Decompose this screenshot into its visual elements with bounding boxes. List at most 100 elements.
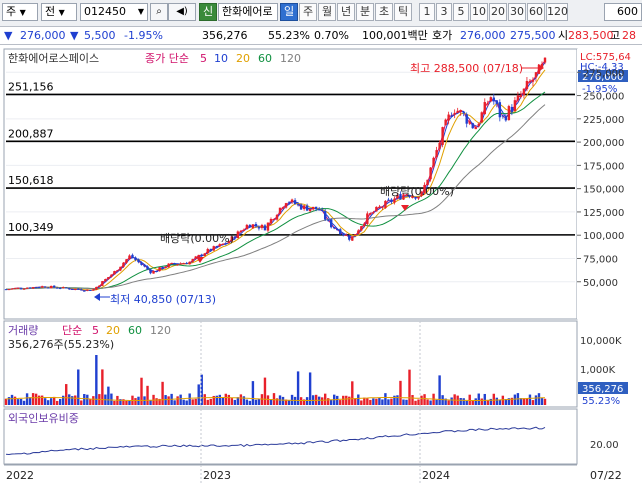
volume-bar bbox=[501, 395, 505, 405]
candle-body bbox=[296, 204, 300, 206]
interval-button-5[interactable]: 30 bbox=[508, 3, 526, 21]
volume-bar bbox=[107, 386, 110, 405]
level-label: 150,618 bbox=[8, 174, 54, 187]
volume-bar bbox=[83, 394, 86, 405]
candle-body bbox=[65, 287, 68, 289]
volume-bar bbox=[185, 400, 188, 405]
candle-body bbox=[534, 72, 538, 78]
volume-bar bbox=[80, 400, 83, 405]
chevron-down-icon: ▼ bbox=[58, 8, 65, 17]
volume-bar bbox=[194, 398, 197, 405]
volume-bar bbox=[179, 394, 182, 405]
interval-button-2[interactable]: 5 bbox=[453, 3, 469, 21]
volume-bar bbox=[128, 400, 131, 405]
volume-bar bbox=[149, 400, 152, 405]
period-tab-0[interactable]: 일 bbox=[280, 3, 298, 21]
period-tab-1[interactable]: 주 bbox=[299, 3, 317, 21]
volume-bar bbox=[16, 399, 20, 405]
market-select[interactable]: 주 ▼ bbox=[2, 3, 38, 21]
volume-bar bbox=[203, 394, 206, 405]
candle-body bbox=[429, 167, 432, 180]
period-tab-5[interactable]: 초 bbox=[375, 3, 393, 21]
candle-body bbox=[471, 123, 474, 129]
candle-body bbox=[215, 246, 218, 248]
candle-body bbox=[22, 288, 26, 290]
volume-bar bbox=[477, 393, 480, 405]
quote-change: 5,500 bbox=[84, 29, 116, 42]
period-tab-3[interactable]: 년 bbox=[337, 3, 355, 21]
volume-bar bbox=[110, 393, 113, 405]
dividend-label-1: 배당락(0.00%) bbox=[160, 232, 234, 245]
candle-body bbox=[52, 285, 56, 288]
volume-bar bbox=[474, 398, 477, 405]
high-marker: 최고 288,500 (07/18) bbox=[410, 62, 523, 75]
volume-bar bbox=[381, 399, 384, 405]
candle-body bbox=[450, 115, 453, 117]
candle-body bbox=[354, 234, 357, 236]
volume-bar bbox=[281, 396, 285, 405]
volume-bar bbox=[260, 394, 264, 405]
volume-bar bbox=[233, 399, 237, 405]
volume-bar bbox=[31, 393, 35, 405]
candle-body bbox=[336, 229, 339, 231]
candle-body bbox=[119, 266, 122, 271]
volume-bar bbox=[330, 399, 333, 405]
period-tab-6[interactable]: 틱 bbox=[394, 3, 412, 21]
interval-button-1[interactable]: 3 bbox=[436, 3, 452, 21]
period-tab-4[interactable]: 분 bbox=[356, 3, 374, 21]
interval-button-6[interactable]: 60 bbox=[527, 3, 545, 21]
candle-body bbox=[95, 286, 98, 290]
stock-chart[interactable]: 251,156 200,887 150,618 100,349 한화에어로스페이스 종… bbox=[0, 45, 642, 485]
search-button[interactable]: ⌕ bbox=[150, 3, 168, 21]
candle-body bbox=[375, 206, 378, 212]
sound-button[interactable]: ◀) bbox=[168, 3, 196, 21]
volume-bar bbox=[74, 395, 77, 405]
stock-name-field[interactable]: 한화에어로 bbox=[218, 3, 278, 21]
candle-body bbox=[10, 288, 14, 290]
interval-button-0[interactable]: 1 bbox=[419, 3, 435, 21]
candle-body bbox=[266, 222, 270, 231]
volume-bar bbox=[354, 398, 357, 405]
candle-body bbox=[477, 123, 480, 126]
candle-body bbox=[465, 114, 468, 124]
volume-ma-legend-5: 5 bbox=[92, 324, 99, 337]
candle-body bbox=[486, 103, 489, 105]
candle-body bbox=[378, 206, 381, 208]
volume-bar bbox=[62, 395, 65, 405]
candle-body bbox=[504, 116, 508, 121]
volume-ma-legend-60: 60 bbox=[128, 324, 142, 337]
candle-body bbox=[248, 224, 252, 228]
candle-body bbox=[209, 248, 212, 251]
volume-bar bbox=[209, 398, 212, 405]
type-select[interactable]: 전 ▼ bbox=[41, 3, 77, 21]
interval-button-3[interactable]: 10 bbox=[470, 3, 488, 21]
price-tick-label: 125,000 bbox=[583, 208, 624, 219]
candle-body bbox=[137, 259, 140, 263]
candle-body bbox=[170, 262, 173, 264]
candle-body bbox=[293, 200, 297, 205]
candle-body bbox=[393, 198, 396, 203]
candle-body bbox=[16, 287, 20, 289]
candle-body bbox=[462, 112, 465, 114]
candle-body bbox=[49, 285, 53, 289]
code-input[interactable]: 012450 ▼ bbox=[80, 3, 148, 21]
period-tab-2[interactable]: 월 bbox=[318, 3, 336, 21]
x-axis bbox=[0, 465, 642, 485]
candle-body bbox=[326, 219, 330, 221]
candle-body bbox=[200, 254, 203, 256]
candle-body bbox=[390, 199, 393, 203]
volume-bar bbox=[25, 393, 29, 405]
candle-body bbox=[31, 287, 35, 289]
volume-bar bbox=[462, 398, 465, 405]
volume-bar bbox=[336, 395, 339, 405]
candle-body bbox=[116, 270, 119, 272]
volume-bar bbox=[528, 394, 532, 405]
candle-body bbox=[366, 213, 369, 224]
count-input[interactable]: 600 bbox=[604, 3, 642, 21]
interval-button-4[interactable]: 20 bbox=[489, 3, 507, 21]
candle-body bbox=[531, 79, 535, 82]
interval-button-7[interactable]: 120 bbox=[546, 3, 568, 21]
quote-amount: 100,001백만 bbox=[362, 29, 428, 42]
candle-body bbox=[459, 110, 462, 113]
quote-arrow-icon: ▼ bbox=[4, 29, 13, 42]
